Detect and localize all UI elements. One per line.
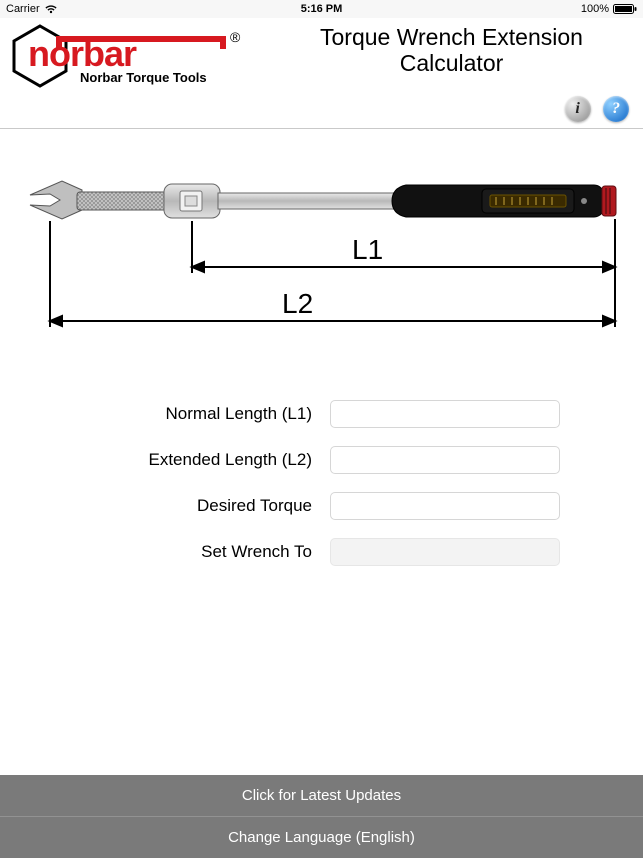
ratchet-head-graphic (164, 184, 220, 218)
wrench-diagram: L1 L2 (0, 129, 643, 370)
header-icon-row: i ? (0, 96, 643, 128)
dimension-l1 (192, 219, 615, 273)
app-header: norbar ® Norbar Torque Tools Torque Wren… (0, 18, 643, 96)
handle-graphic (392, 185, 616, 217)
help-icon[interactable]: ? (603, 96, 629, 122)
shaft-graphic (218, 193, 408, 209)
title-line-2: Calculator (400, 50, 504, 76)
clock: 5:16 PM (301, 3, 343, 15)
battery-percent: 100% (581, 3, 609, 15)
normal-length-input[interactable] (330, 400, 560, 428)
latest-updates-button[interactable]: Click for Latest Updates (0, 775, 643, 816)
carrier-label: Carrier (6, 3, 40, 15)
info-icon[interactable]: i (565, 96, 591, 122)
extended-length-input[interactable] (330, 446, 560, 474)
brand-tagline: Norbar Torque Tools (80, 70, 207, 85)
wrench-extension-graphic (30, 181, 167, 219)
battery-icon (613, 4, 637, 14)
wifi-icon (44, 4, 58, 14)
desired-torque-label: Desired Torque (40, 496, 330, 516)
brand-logo: norbar ® Norbar Torque Tools (10, 24, 270, 94)
desired-torque-input[interactable] (330, 492, 560, 520)
registered-mark: ® (230, 29, 241, 45)
title-line-1: Torque Wrench Extension (320, 24, 583, 50)
set-wrench-to-output (330, 538, 560, 566)
change-language-button[interactable]: Change Language (English) (0, 817, 643, 858)
l1-label: L1 (352, 234, 383, 265)
calculator-form: Normal Length (L1) Extended Length (L2) … (0, 370, 643, 566)
page-title: Torque Wrench Extension Calculator (270, 24, 633, 77)
dimension-l2 (50, 221, 615, 327)
status-bar: Carrier 5:16 PM 100% (0, 0, 643, 18)
set-wrench-to-label: Set Wrench To (40, 542, 330, 562)
l2-label: L2 (282, 288, 313, 319)
footer: Click for Latest Updates Change Language… (0, 775, 643, 858)
normal-length-label: Normal Length (L1) (40, 404, 330, 424)
extended-length-label: Extended Length (L2) (40, 450, 330, 470)
